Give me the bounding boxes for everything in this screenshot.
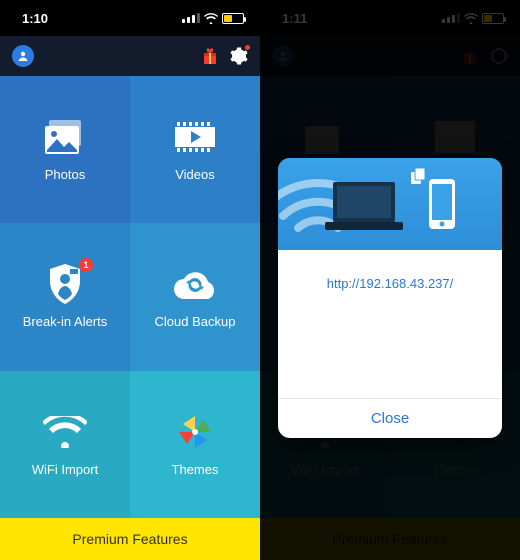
wifi-icon — [204, 13, 218, 24]
gift-icon — [202, 47, 218, 65]
profile-button[interactable] — [12, 45, 34, 67]
wifi-import-modal: http://192.168.43.237/ Close — [278, 158, 502, 438]
phone-icon — [429, 179, 455, 229]
wifi-import-url[interactable]: http://192.168.43.237/ — [327, 276, 454, 291]
tile-label: Themes — [172, 462, 219, 477]
pinwheel-icon — [177, 414, 213, 450]
tile-breakin-alerts[interactable]: 1 Break-in Alerts — [0, 223, 130, 370]
transfer-icon — [408, 166, 428, 186]
close-button[interactable]: Close — [278, 398, 502, 438]
premium-label: Premium Features — [72, 531, 187, 547]
premium-features-button[interactable]: Premium Features — [0, 518, 260, 560]
tile-label: WiFi Import — [32, 462, 98, 477]
modal-header — [278, 158, 502, 250]
tile-cloud-backup[interactable]: Cloud Backup — [130, 223, 260, 370]
tile-label: Videos — [175, 167, 215, 182]
signal-icon — [182, 13, 200, 23]
videos-icon — [175, 121, 215, 153]
cloud-icon — [173, 269, 217, 299]
tile-label: Photos — [45, 167, 85, 182]
modal-body: http://192.168.43.237/ — [278, 250, 502, 398]
feature-grid: Photos Videos 1 Break-in Alerts Cloud Ba… — [0, 76, 260, 518]
photos-icon — [45, 120, 85, 154]
tile-label: Break-in Alerts — [23, 314, 108, 329]
app-navbar — [0, 36, 260, 76]
tile-wifi-import[interactable]: WiFi Import — [0, 371, 130, 518]
close-label: Close — [371, 410, 409, 427]
gift-button[interactable] — [202, 47, 218, 65]
settings-button[interactable] — [230, 47, 248, 65]
phone-left: 1:10 Phot — [0, 0, 260, 560]
tile-videos[interactable]: Videos — [130, 76, 260, 223]
battery-icon — [222, 13, 244, 24]
alert-badge: 1 — [79, 258, 93, 272]
tile-label: Cloud Backup — [155, 314, 236, 329]
tile-themes[interactable]: Themes — [130, 371, 260, 518]
tile-photos[interactable]: Photos — [0, 76, 130, 223]
person-icon — [17, 50, 29, 62]
phone-right: 1:11 Photos Videos Break-in Alerts Cloud… — [260, 0, 520, 560]
status-time: 1:10 — [22, 11, 48, 26]
shield-icon — [48, 264, 82, 304]
wifi-import-icon — [43, 416, 87, 448]
laptop-icon — [325, 178, 403, 230]
status-bar: 1:10 — [0, 0, 260, 36]
notification-dot — [244, 44, 251, 51]
